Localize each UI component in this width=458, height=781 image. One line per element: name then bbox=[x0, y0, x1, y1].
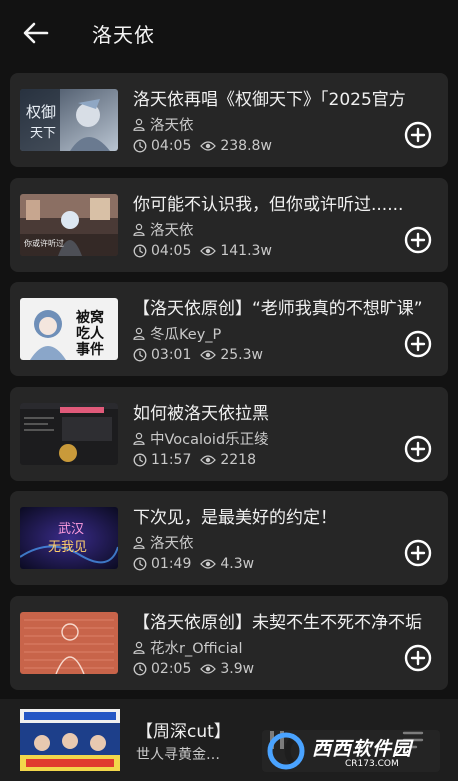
song-duration: 02:05 bbox=[151, 660, 192, 677]
watermark-url: CR173.COM bbox=[345, 759, 399, 769]
song-title: 下次见，是最美好的约定！ bbox=[133, 508, 337, 528]
song-author: 洛天依 bbox=[133, 219, 194, 240]
song-author: 花水r_Official bbox=[133, 637, 243, 658]
svg-text:你或许听过: 你或许听过 bbox=[24, 238, 64, 248]
song-views: 2218 bbox=[220, 451, 256, 468]
song-author-name: 洛天依 bbox=[150, 118, 194, 134]
song-meta: 02:05 3.9w bbox=[133, 661, 254, 677]
song-thumbnail: 武汉 无我见 bbox=[20, 507, 118, 569]
clock-icon bbox=[133, 139, 147, 153]
add-circle-icon[interactable] bbox=[404, 539, 432, 567]
song-card[interactable]: 你或许听过 你可能不认识我，但你或许听过...... 洛天依 04:05 141… bbox=[10, 177, 448, 272]
svg-text:权御: 权御 bbox=[26, 103, 56, 121]
song-views: 25.3w bbox=[220, 347, 263, 363]
song-views: 141.3w bbox=[220, 242, 272, 259]
svg-text:天下: 天下 bbox=[30, 126, 56, 141]
user-icon bbox=[133, 641, 145, 654]
eye-icon bbox=[200, 454, 217, 465]
song-author-name: 冬瓜Key_P bbox=[150, 327, 222, 343]
song-card[interactable]: 被窝 吃人 事件 【洛天依原创】“老师我真的不想旷课” 冬瓜Key_P 03:0… bbox=[10, 282, 448, 376]
song-views: 238.8w bbox=[220, 138, 272, 154]
arrow-left-icon bbox=[23, 22, 49, 44]
song-author-name: 花水r_Official bbox=[150, 640, 243, 657]
song-author: 洛天依 bbox=[133, 532, 194, 553]
svg-text:吃人: 吃人 bbox=[76, 325, 105, 342]
song-meta: 11:57 2218 bbox=[133, 452, 256, 468]
song-thumbnail: 你或许听过 bbox=[20, 193, 118, 256]
user-icon bbox=[133, 223, 145, 236]
user-icon bbox=[133, 536, 145, 549]
user-icon bbox=[133, 327, 145, 340]
user-icon bbox=[133, 118, 145, 131]
clock-icon bbox=[133, 348, 147, 362]
eye-icon bbox=[200, 663, 217, 674]
song-duration: 01:49 bbox=[151, 556, 192, 572]
clock-icon bbox=[133, 557, 147, 571]
song-meta: 01:49 4.3w bbox=[133, 556, 254, 572]
song-duration: 04:05 bbox=[151, 138, 192, 154]
add-circle-icon[interactable] bbox=[404, 644, 432, 672]
clock-icon bbox=[133, 662, 147, 675]
add-circle-icon[interactable] bbox=[404, 121, 432, 149]
song-title: 【洛天依原创】未契不生不死不净不垢 bbox=[133, 612, 422, 633]
player-thumbnail bbox=[20, 709, 120, 771]
song-title: 你可能不认识我，但你或许听过...... bbox=[133, 194, 404, 215]
song-card[interactable]: 武汉 无我见 下次见，是最美好的约定！ 洛天依 01:49 4.3w bbox=[10, 491, 448, 585]
song-author: 洛天依 bbox=[133, 114, 194, 135]
back-button[interactable] bbox=[20, 18, 52, 48]
clock-icon bbox=[133, 244, 147, 257]
song-card[interactable]: 如何被洛天依拉黑 中Vocaloid乐正绫 11:57 2218 bbox=[10, 386, 448, 481]
eye-icon bbox=[200, 350, 217, 360]
song-meta: 03:01 25.3w bbox=[133, 347, 263, 363]
song-title: 洛天依再唱《权御天下》「2025官方 bbox=[133, 90, 406, 110]
eye-icon bbox=[200, 141, 217, 151]
add-circle-icon[interactable] bbox=[404, 226, 432, 254]
song-title: 【洛天依原创】“老师我真的不想旷课” bbox=[133, 299, 423, 319]
song-title: 如何被洛天依拉黑 bbox=[133, 403, 269, 424]
svg-text:无我见: 无我见 bbox=[48, 540, 87, 555]
watermark-brand: 西西软件园 bbox=[312, 738, 413, 760]
player-title: 【周深cut】 bbox=[136, 722, 231, 742]
song-thumbnail: 被窝 吃人 事件 bbox=[20, 298, 118, 360]
svg-text:事件: 事件 bbox=[76, 341, 104, 358]
song-meta: 04:05 141.3w bbox=[133, 243, 272, 259]
song-author-name: 洛天依 bbox=[150, 222, 194, 239]
eye-icon bbox=[200, 559, 217, 569]
song-thumbnail: 权御 天下 bbox=[20, 89, 118, 151]
song-duration: 04:05 bbox=[151, 242, 192, 259]
song-duration: 03:01 bbox=[151, 347, 192, 363]
add-circle-icon[interactable] bbox=[404, 435, 432, 463]
song-meta: 04:05 238.8w bbox=[133, 138, 272, 154]
add-circle-icon[interactable] bbox=[404, 330, 432, 358]
song-author: 中Vocaloid乐正绫 bbox=[133, 428, 269, 449]
song-author-name: 洛天依 bbox=[150, 536, 194, 552]
song-thumbnail bbox=[20, 402, 118, 465]
song-thumbnail bbox=[20, 611, 118, 674]
page-title: 洛天依 bbox=[92, 23, 155, 47]
song-card[interactable]: 【洛天依原创】未契不生不死不净不垢 花水r_Official 02:05 3.9… bbox=[10, 595, 448, 690]
song-card[interactable]: 权御 天下 洛天依再唱《权御天下》「2025官方 洛天依 04:05 238.8… bbox=[10, 73, 448, 167]
svg-text:被窝: 被窝 bbox=[76, 309, 104, 326]
eye-icon bbox=[200, 245, 217, 256]
song-duration: 11:57 bbox=[151, 451, 192, 468]
song-list: 权御 天下 洛天依再唱《权御天下》「2025官方 洛天依 04:05 238.8… bbox=[10, 73, 448, 700]
song-views: 4.3w bbox=[220, 556, 255, 572]
clock-icon bbox=[133, 453, 147, 466]
user-icon bbox=[133, 432, 145, 445]
player-subtitle: 世人寻黄金一世 bbox=[136, 747, 232, 763]
song-views: 3.9w bbox=[220, 660, 255, 677]
song-author: 冬瓜Key_P bbox=[133, 323, 221, 344]
song-author-name: 中Vocaloid乐正绫 bbox=[150, 431, 269, 448]
svg-text:武汉: 武汉 bbox=[58, 522, 84, 537]
app-header: 洛天依 bbox=[0, 0, 458, 66]
